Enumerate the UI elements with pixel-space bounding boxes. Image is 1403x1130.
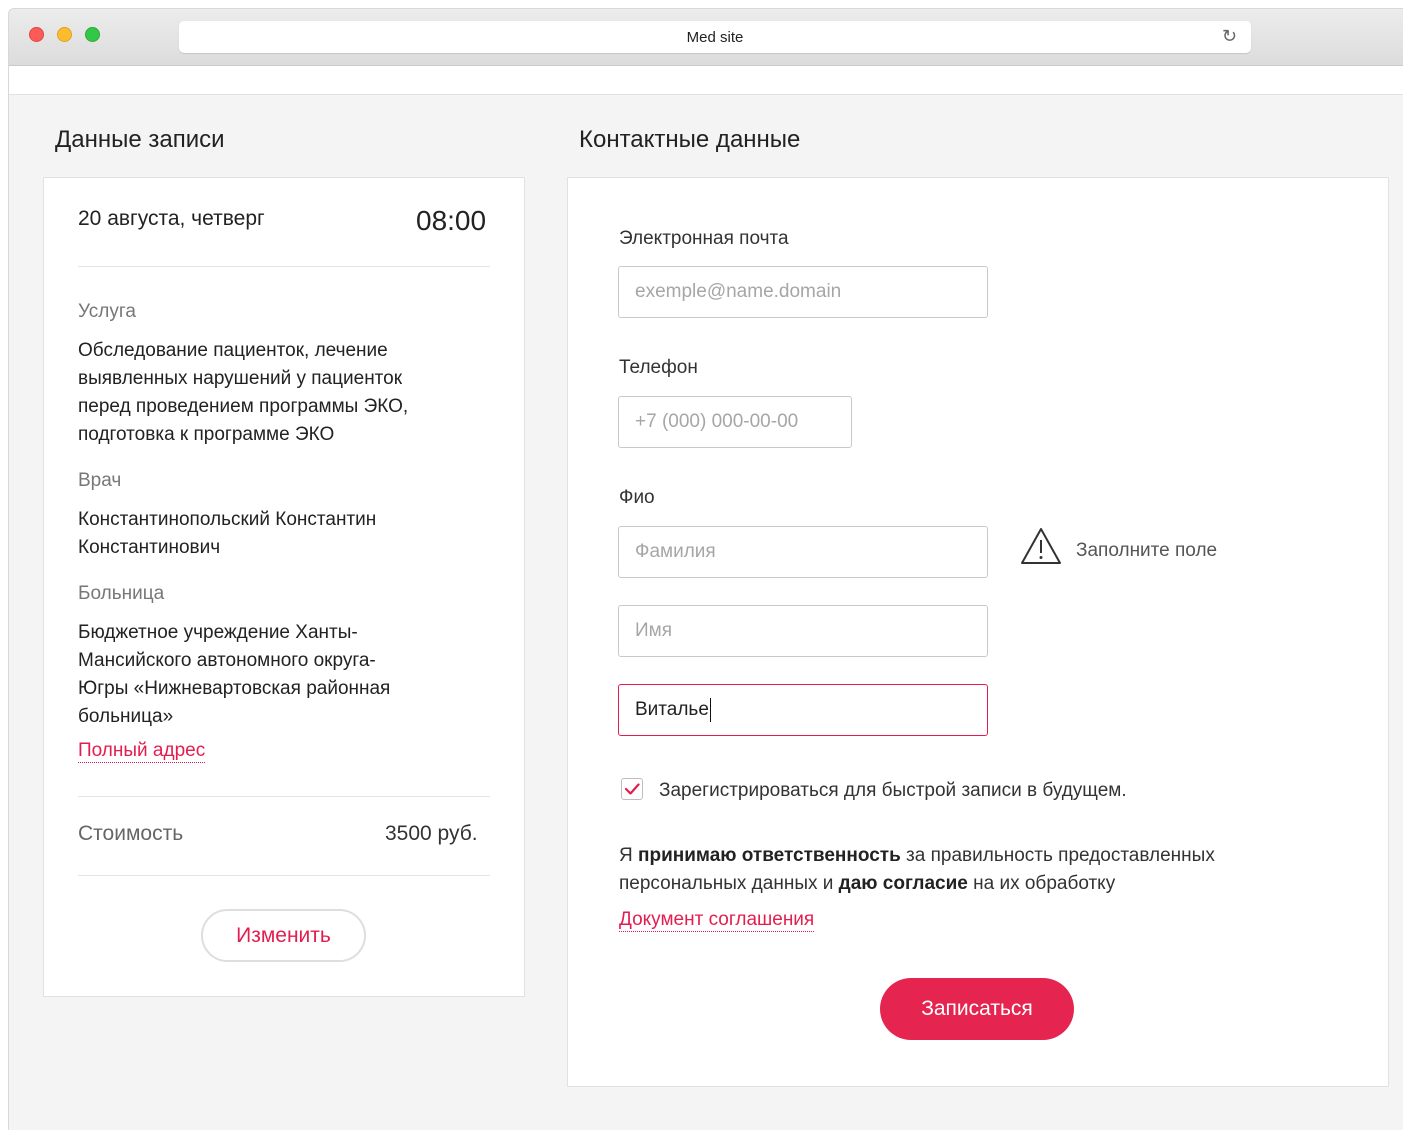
email-input[interactable]: exemple@name.domain: [618, 266, 988, 318]
close-window-button[interactable]: [29, 27, 44, 42]
surname-input[interactable]: Фамилия: [618, 526, 988, 578]
checkmark-icon: [624, 783, 640, 795]
name-label: Фио: [619, 487, 655, 508]
register-label: Зарегистрироваться для быстрой записи в …: [659, 780, 1127, 801]
contacts-section-title: Контактные данные: [579, 126, 801, 153]
service-value: Обследование пациенток, лечение выявленн…: [78, 340, 409, 445]
firstname-input[interactable]: Имя: [618, 605, 988, 657]
hospital-label: Больница: [78, 583, 165, 604]
title-bar: Med site ↻: [9, 9, 1403, 66]
warning-icon: [1021, 528, 1061, 564]
phone-label: Телефон: [619, 357, 698, 378]
cost-value: 3500 руб.: [385, 822, 478, 845]
phone-input[interactable]: +7 (000) 000-00-00: [618, 396, 852, 448]
full-address-link[interactable]: Полный адрес: [78, 740, 206, 763]
consent-text: Я принимаю ответственность за правильнос…: [619, 842, 1319, 898]
consent-part: Я: [619, 845, 638, 866]
text-caret: [709, 697, 711, 722]
divider: [78, 796, 490, 797]
booking-time: 08:00: [416, 205, 487, 236]
hospital-value: Бюджетное учреждение Ханты-Мансийского а…: [78, 622, 391, 727]
consent-emphasis: даю согласие: [838, 873, 968, 894]
reload-icon[interactable]: ↻: [1222, 26, 1237, 47]
email-label: Электронная почта: [619, 228, 789, 249]
divider: [78, 266, 490, 267]
page-title: Med site: [686, 29, 744, 46]
browser-window: Med site ↻ Данные записи 20 августа, чет…: [8, 8, 1403, 1130]
booking-section-title: Данные записи: [55, 126, 225, 153]
warning-text: Заполните поле: [1076, 540, 1218, 561]
register-checkbox[interactable]: [621, 778, 643, 800]
service-label: Услуга: [78, 301, 136, 322]
zoom-window-button[interactable]: [85, 27, 100, 42]
page-header-strip: [9, 66, 1403, 95]
divider: [78, 875, 490, 876]
patronymic-value: Виталье: [635, 699, 709, 720]
agreement-document-link[interactable]: Документ соглашения: [619, 909, 815, 932]
address-bar[interactable]: Med site ↻: [179, 21, 1251, 53]
doctor-label: Врач: [78, 470, 122, 491]
patronymic-input[interactable]: Виталье: [618, 684, 988, 736]
consent-emphasis: принимаю ответственность: [638, 845, 901, 866]
minimize-window-button[interactable]: [57, 27, 72, 42]
booking-date: 20 августа, четверг: [78, 207, 265, 230]
submit-button[interactable]: Записаться: [880, 978, 1074, 1040]
cost-label: Стоимость: [78, 822, 184, 845]
consent-part: на их обработку: [967, 873, 1116, 894]
change-button[interactable]: Изменить: [201, 909, 366, 962]
doctor-value: Константинопольский Константин Константи…: [78, 509, 377, 558]
